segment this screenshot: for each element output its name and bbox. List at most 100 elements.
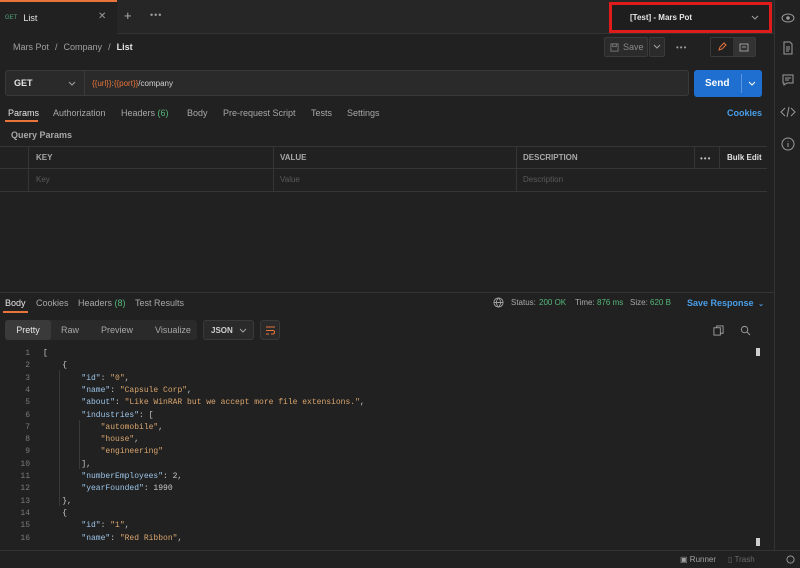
resp-tab-cookies[interactable]: Cookies [36, 298, 69, 308]
line-number: 10 [20, 459, 30, 469]
code-scrollbar-thumb[interactable] [756, 348, 760, 356]
trash-label: Trash [734, 555, 755, 564]
breadcrumb-item-folder[interactable]: Company [64, 42, 103, 52]
info-icon[interactable] [780, 136, 796, 152]
breadcrumb: Mars Pot / Company / List [13, 41, 133, 53]
runner-icon: ▣ [680, 555, 688, 564]
wrap-lines-button[interactable] [260, 320, 280, 340]
format-select[interactable]: JSON [203, 320, 254, 340]
save-dropdown-button[interactable] [649, 37, 665, 57]
query-params-title: Query Params [11, 130, 73, 140]
globe-icon[interactable] [493, 297, 504, 308]
search-icon[interactable] [740, 325, 751, 336]
line-number: 14 [20, 508, 30, 518]
code-line: "name": "Capsule Corp", [81, 385, 192, 395]
col-header-value: VALUE [280, 153, 307, 162]
col-divider [28, 146, 29, 191]
close-icon[interactable]: ✕ [98, 11, 106, 22]
resp-tab-headers[interactable]: Headers (8) [78, 298, 126, 308]
request-tab-list[interactable]: GET List ✕ [0, 0, 117, 34]
resp-tab-test-results[interactable]: Test Results [135, 298, 184, 308]
trash-icon: ▯ [728, 555, 733, 564]
pencil-icon[interactable] [711, 38, 734, 56]
line-number: 8 [25, 435, 30, 445]
code-line: "about": "Like WinRAR but we accept more… [81, 398, 365, 408]
url-var-port: {{port}} [113, 78, 139, 88]
right-sidebar [774, 0, 800, 550]
line-number: 3 [25, 373, 30, 383]
environment-selector[interactable]: [Test] - Mars Pot [609, 2, 772, 33]
url-input[interactable]: {{url}} : {{port}} /company [85, 70, 689, 96]
line-number: 16 [20, 533, 30, 543]
active-tab-indicator [3, 311, 28, 313]
tab-pre-request-script[interactable]: Pre-request Script [223, 108, 296, 118]
view-mode-raw[interactable]: Raw [61, 325, 79, 335]
time-value[interactable]: 876 ms [597, 298, 623, 307]
chevron-down-icon[interactable] [748, 81, 756, 87]
save-response-label: Save Response [687, 298, 754, 308]
tab-authorization[interactable]: Authorization [53, 108, 106, 118]
comment-icon[interactable] [780, 72, 796, 88]
eye-icon[interactable] [780, 10, 796, 26]
format-label: JSON [211, 325, 233, 335]
code-scrollbar-thumb-bottom[interactable] [756, 538, 760, 546]
save-icon [610, 42, 619, 52]
bulk-edit-button[interactable]: Bulk Edit [727, 153, 762, 162]
resp-tab-body[interactable]: Body [5, 298, 26, 308]
line-number: 4 [25, 385, 30, 395]
tab-body[interactable]: Body [187, 108, 208, 118]
cookies-link[interactable]: Cookies [727, 108, 762, 118]
params-table-row-border [0, 168, 767, 169]
method-label: GET [14, 78, 33, 88]
tab-headers-label: Headers [121, 108, 156, 118]
view-mode-preview[interactable]: Preview [101, 325, 133, 335]
size-value[interactable]: 620 B [650, 298, 671, 307]
view-mode-visualize[interactable]: Visualize [155, 325, 191, 335]
response-body-code[interactable]: 1 [2 {3 "id": "0", 4 "name": "Capsule Corp… [0, 347, 756, 545]
breadcrumb-current: List [116, 42, 133, 52]
status-value[interactable]: 200 OK [539, 298, 566, 307]
breadcrumb-item-collection[interactable]: Mars Pot [13, 42, 49, 52]
more-options-icon[interactable]: ••• [676, 43, 687, 52]
runner-button[interactable]: ▣ Runner [680, 555, 716, 564]
line-number: 13 [20, 496, 30, 506]
resp-tab-headers-count: (8) [114, 298, 126, 308]
tab-name: List [23, 13, 38, 23]
trash-button[interactable]: ▯ Trash [728, 555, 755, 564]
copy-icon[interactable] [713, 325, 724, 336]
doc-view-icon[interactable] [733, 38, 755, 56]
chevron-down-icon: ⌄ [758, 301, 764, 308]
url-path: /company [138, 78, 173, 88]
param-value-input[interactable]: Value [280, 175, 300, 184]
method-select[interactable]: GET [5, 70, 85, 96]
view-mode-pretty[interactable]: Pretty [5, 320, 51, 340]
save-response-button[interactable]: Save Response ⌄ [687, 298, 764, 308]
tab-settings[interactable]: Settings [347, 108, 380, 118]
runner-label: Runner [689, 555, 717, 564]
send-button[interactable]: Send [694, 70, 762, 97]
tab-method: GET [5, 15, 18, 21]
code-line: "engineering" [100, 447, 164, 457]
tab-tests[interactable]: Tests [311, 108, 332, 118]
chevron-down-icon [239, 328, 247, 333]
param-key-input[interactable]: Key [36, 175, 50, 184]
response-divider[interactable] [0, 292, 774, 293]
new-tab-plus-icon[interactable]: + [124, 8, 132, 23]
line-number: 15 [20, 521, 30, 531]
save-button[interactable]: Save [604, 37, 648, 57]
code-icon[interactable] [780, 104, 796, 120]
document-icon[interactable] [780, 40, 796, 56]
wrap-lines-icon [265, 326, 275, 334]
tab-headers[interactable]: Headers (6) [121, 108, 169, 118]
tab-params[interactable]: Params [8, 108, 39, 118]
help-icon[interactable] [786, 555, 795, 564]
param-description-input[interactable]: Description [523, 175, 563, 184]
chevron-down-icon [653, 44, 661, 49]
view-mode-pretty-label: Pretty [16, 325, 40, 335]
code-scrollbar-track [756, 347, 760, 545]
size-label: Size: [630, 298, 648, 307]
more-tabs-icon[interactable]: ••• [150, 10, 162, 20]
code-line: "numberEmployees": 2, [81, 472, 183, 481]
column-options-icon[interactable]: ••• [700, 154, 711, 163]
code-line: [ [43, 349, 48, 358]
